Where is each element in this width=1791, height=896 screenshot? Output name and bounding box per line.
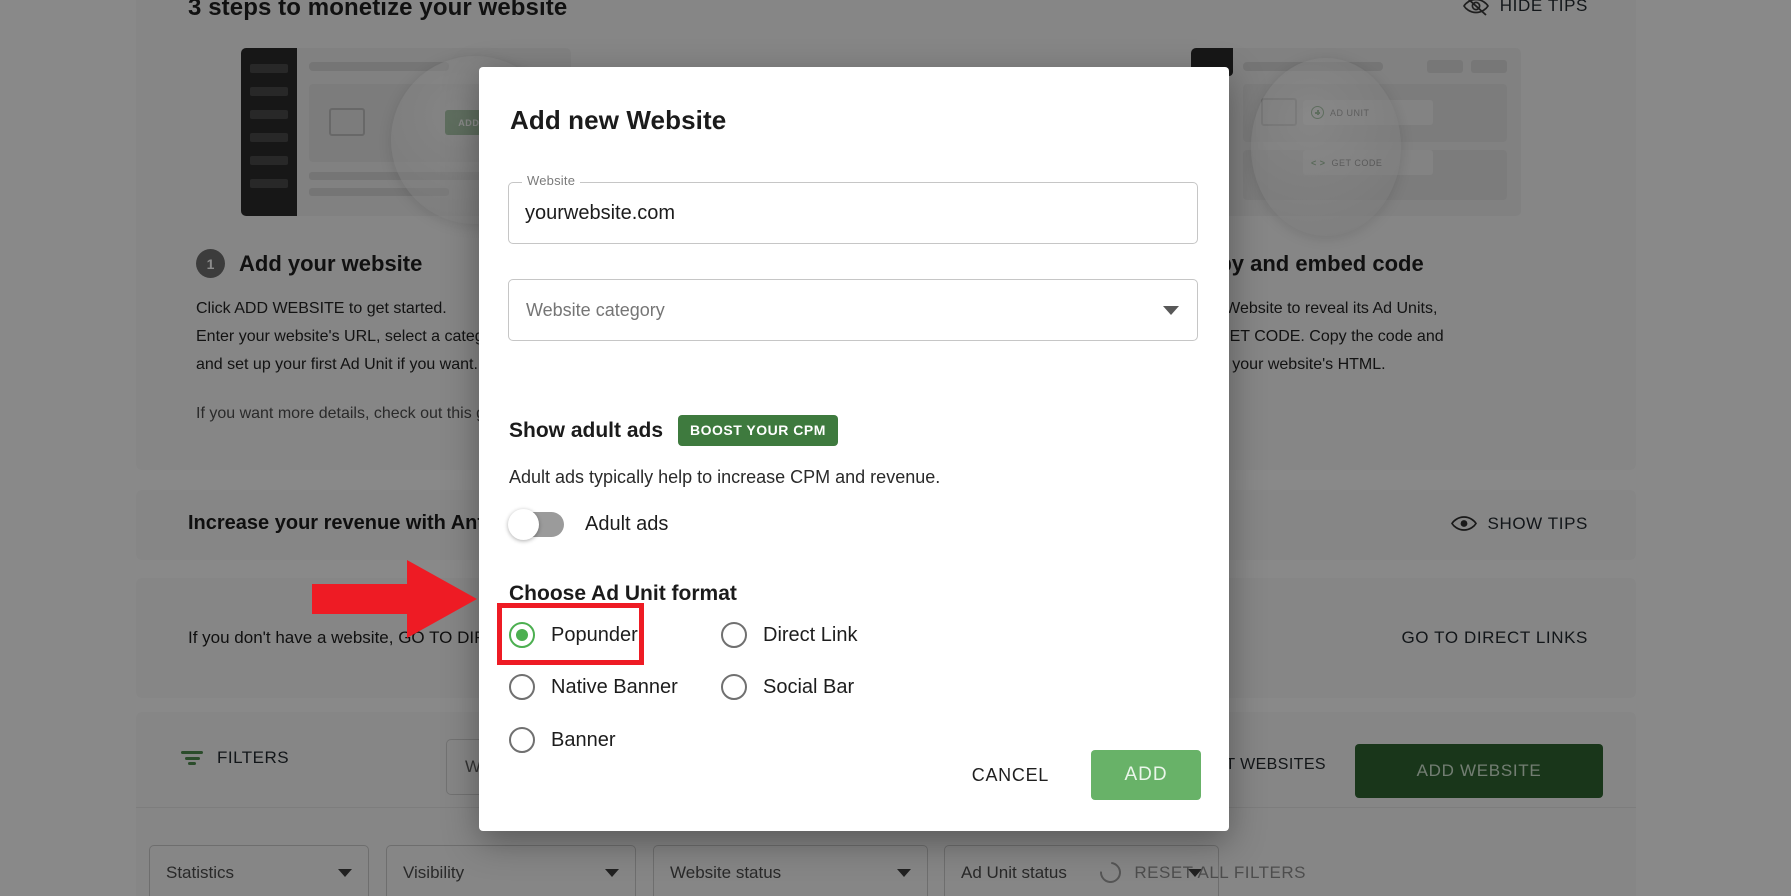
radio-native-banner[interactable]: Native Banner — [509, 674, 678, 700]
adult-ads-toggle-row[interactable]: Adult ads — [508, 509, 669, 540]
cancel-button[interactable]: CANCEL — [956, 753, 1065, 798]
radio-icon — [721, 622, 747, 648]
website-category-placeholder: Website category — [526, 299, 665, 320]
screen: 3 steps to monetize your website HIDE TI… — [0, 0, 1791, 896]
dialog-actions: CANCEL ADD — [956, 750, 1201, 800]
adult-ads-description: Adult ads typically help to increase CPM… — [509, 467, 941, 487]
radio-direct-link[interactable]: Direct Link — [721, 622, 857, 648]
add-website-dialog: Add new Website Website yourwebsite.com … — [479, 67, 1229, 831]
adult-ads-heading-row: Show adult ads BOOST YOUR CPM — [509, 415, 838, 446]
adult-ads-toggle-label: Adult ads — [585, 513, 669, 535]
radio-icon — [721, 674, 747, 700]
website-field[interactable]: Website yourwebsite.com — [508, 173, 1198, 244]
dialog-title: Add new Website — [510, 105, 727, 135]
annotation-arrow — [312, 560, 477, 638]
red-right-arrow — [312, 560, 477, 638]
radio-label: Banner — [551, 728, 616, 751]
website-field-value: yourwebsite.com — [525, 201, 676, 224]
radio-icon — [509, 727, 535, 753]
radio-banner[interactable]: Banner — [509, 727, 616, 753]
boost-cpm-badge: BOOST YOUR CPM — [678, 415, 838, 446]
radio-social-bar[interactable]: Social Bar — [721, 674, 854, 700]
radio-label: Direct Link — [763, 623, 858, 646]
chevron-down-icon — [1163, 305, 1179, 315]
add-button[interactable]: ADD — [1091, 750, 1201, 800]
adult-ads-toggle[interactable] — [508, 509, 564, 540]
radio-icon — [509, 674, 535, 700]
radio-popunder[interactable]: Popunder — [497, 603, 644, 665]
website-category-select[interactable]: Website category — [508, 279, 1198, 341]
adult-ads-heading: Show adult ads — [509, 418, 664, 442]
radio-label: Popunder — [551, 623, 638, 646]
radio-label: Social Bar — [763, 675, 855, 698]
radio-icon — [509, 622, 535, 648]
radio-label: Native Banner — [551, 675, 678, 698]
